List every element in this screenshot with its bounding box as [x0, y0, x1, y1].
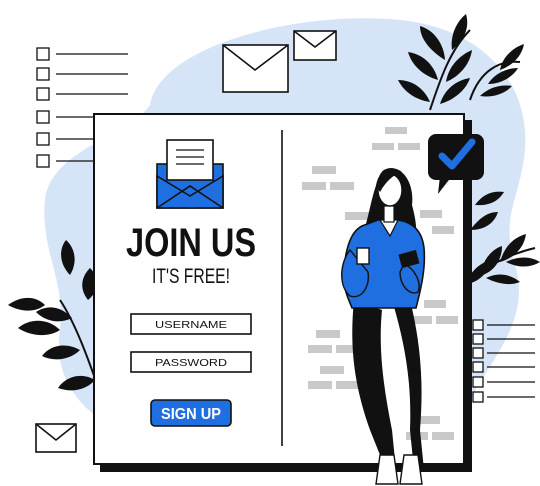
envelope-icon: [293, 30, 337, 61]
envelope-icon: [222, 44, 289, 93]
password-field[interactable]: PASSWORD: [130, 351, 252, 373]
username-field[interactable]: USERNAME: [130, 313, 252, 335]
envelope-icon: [156, 139, 224, 209]
envelope-icon: [35, 423, 77, 453]
password-label: PASSWORD: [155, 358, 227, 369]
signup-button[interactable]: SIGN UP: [150, 399, 232, 427]
username-label: USERNAME: [155, 320, 227, 331]
signup-button-label: SIGN UP: [161, 406, 221, 423]
signup-illustration: JOIN US IT'S FREE! USERNAME PASSWORD SIG…: [8, 14, 540, 485]
headline: JOIN US: [126, 221, 256, 265]
subhead: IT'S FREE!: [152, 265, 230, 288]
